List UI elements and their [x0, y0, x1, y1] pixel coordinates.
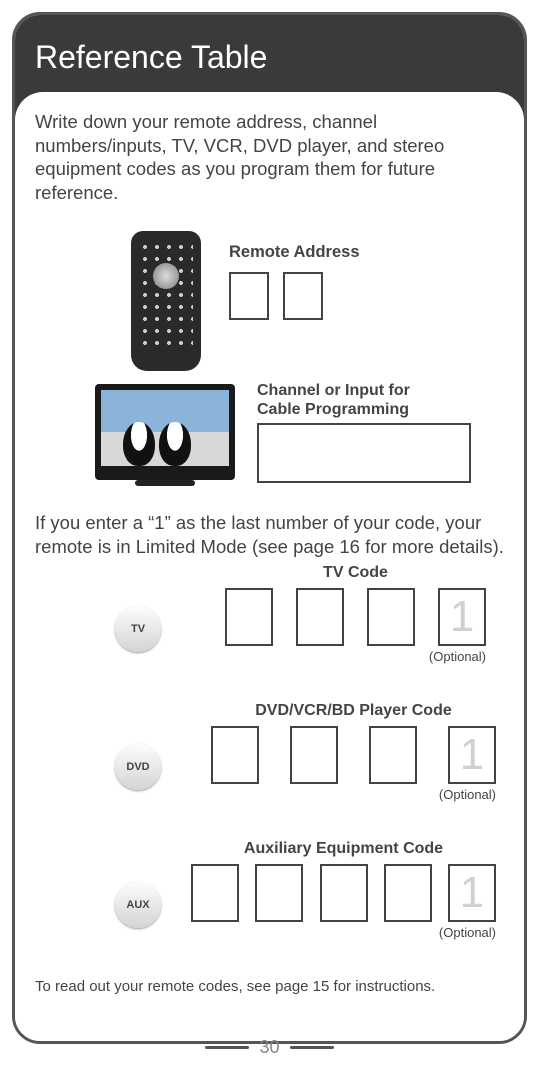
tv-code-digit-2[interactable]	[296, 588, 344, 646]
aux-code-digit-2[interactable]	[255, 864, 303, 922]
tv-code-title: TV Code	[225, 564, 486, 582]
code-section: TV Code TV 1 (Optional) DVD/VCR/BD Playe…	[35, 564, 504, 950]
dvd-code-boxes: 1	[211, 726, 496, 784]
channel-input-label: Channel or Input for Cable Programming	[257, 381, 504, 419]
page-number-rule-right	[290, 1046, 334, 1049]
remote-address-label: Remote Address	[229, 243, 360, 262]
dvd-code-title: DVD/VCR/BD Player Code	[211, 702, 496, 720]
tv-optional-label: (Optional)	[225, 649, 486, 664]
tv-code-digit-1[interactable]	[225, 588, 273, 646]
tv-code-row: TV Code TV 1 (Optional)	[35, 564, 504, 674]
page: Reference Table Write down your remote a…	[0, 0, 539, 1084]
tv-mode-button: TV	[115, 606, 161, 652]
remote-address-block: Remote Address	[229, 231, 360, 320]
channel-input-row: Channel or Input for Cable Programming	[35, 381, 504, 483]
aux-optional-label: (Optional)	[191, 925, 496, 940]
page-number-wrap: 30	[0, 1037, 539, 1058]
limited-mode-note: If you enter a “1” as the last number of…	[35, 511, 504, 558]
dvd-code-row: DVD/VCR/BD Player Code DVD 1 (Optional)	[35, 702, 504, 812]
page-number: 30	[259, 1037, 279, 1058]
aux-code-digit-optional[interactable]: 1	[448, 864, 496, 922]
dvd-code-digit-2[interactable]	[290, 726, 338, 784]
aux-code-title: Auxiliary Equipment Code	[191, 840, 496, 858]
page-number-rule-left	[205, 1046, 249, 1049]
card: Reference Table Write down your remote a…	[12, 12, 527, 1044]
intro-text: Write down your remote address, channel …	[35, 110, 504, 205]
dvd-code-digit-3[interactable]	[369, 726, 417, 784]
aux-code-digit-1[interactable]	[191, 864, 239, 922]
aux-code-row: Auxiliary Equipment Code AUX 1 (Optional…	[35, 840, 504, 950]
page-title: Reference Table	[35, 39, 267, 75]
remote-address-boxes	[229, 272, 360, 320]
remote-control-icon	[131, 231, 201, 371]
channel-input-field[interactable]	[257, 423, 471, 483]
aux-code-digit-4[interactable]	[384, 864, 432, 922]
tv-code-digit-optional[interactable]: 1	[438, 588, 486, 646]
remote-address-digit-1[interactable]	[229, 272, 269, 320]
dvd-mode-button: DVD	[115, 744, 161, 790]
tv-code-digit-3[interactable]	[367, 588, 415, 646]
tv-code-boxes: 1	[225, 588, 486, 646]
content: Write down your remote address, channel …	[15, 92, 524, 1041]
aux-mode-button: AUX	[115, 882, 161, 928]
aux-code-boxes: 1	[191, 864, 496, 922]
footer-note: To read out your remote codes, see page …	[35, 978, 504, 995]
dvd-code-digit-1[interactable]	[211, 726, 259, 784]
channel-input-block: Channel or Input for Cable Programming	[257, 381, 504, 483]
aux-code-digit-3[interactable]	[320, 864, 368, 922]
remote-address-row: Remote Address	[35, 231, 504, 371]
dvd-code-digit-optional[interactable]: 1	[448, 726, 496, 784]
remote-address-digit-2[interactable]	[283, 272, 323, 320]
dvd-optional-label: (Optional)	[211, 787, 496, 802]
tv-icon	[95, 384, 235, 480]
